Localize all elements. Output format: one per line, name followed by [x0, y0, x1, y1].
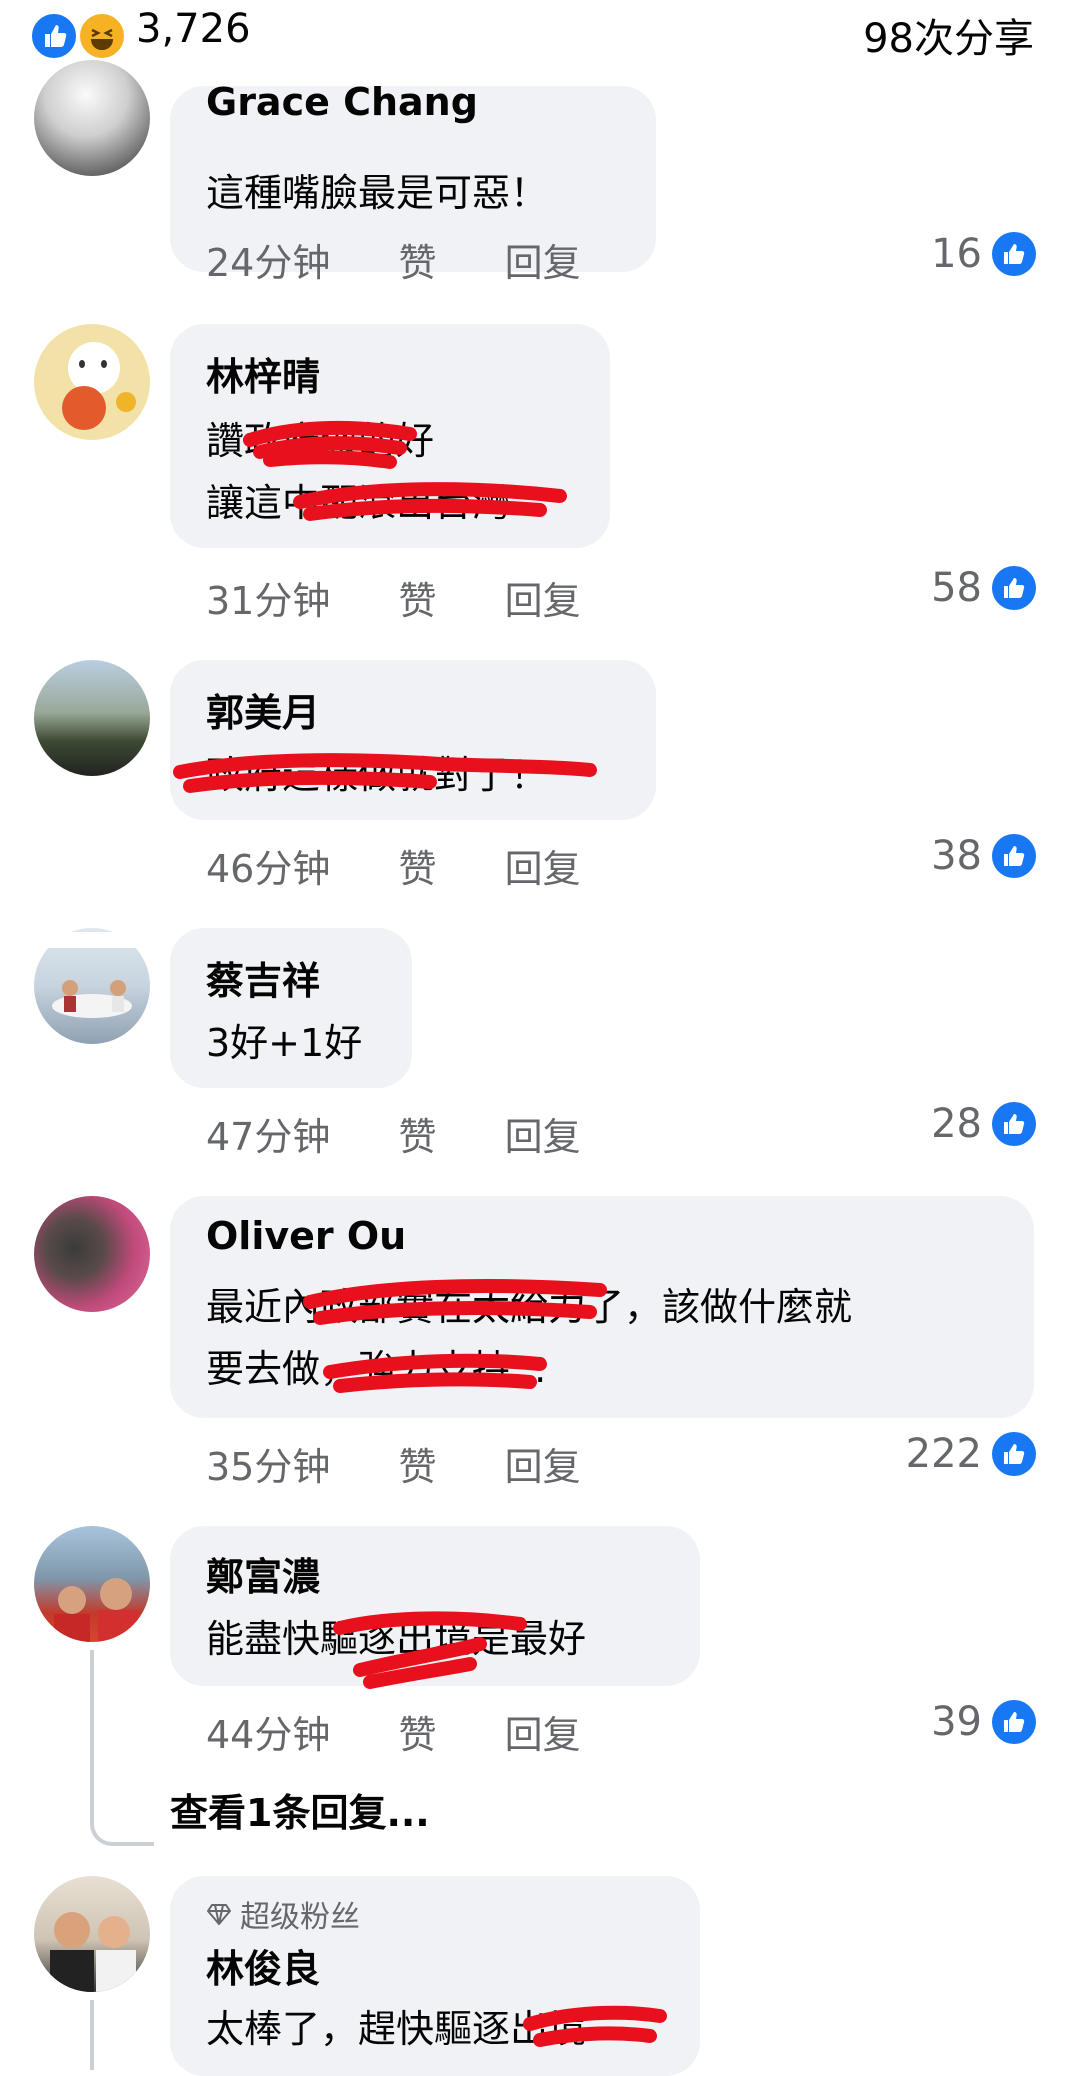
commenter-name[interactable]: 林俊良	[206, 1938, 320, 1993]
avatar[interactable]	[34, 1876, 150, 1992]
like-count-value: 58	[931, 565, 982, 611]
comment-actions: 46分钟 赞 回复	[206, 838, 581, 893]
avatar[interactable]	[34, 324, 150, 440]
comment-text: 這種嘴臉最是可惡！	[206, 171, 549, 215]
comment-actions: 47分钟 赞 回复	[206, 1106, 581, 1161]
commenter-name[interactable]: 林梓晴	[206, 346, 320, 401]
comment-text: 3好+1好	[206, 1021, 363, 1065]
thread-connector	[90, 1816, 154, 1846]
like-count-value: 28	[931, 1101, 982, 1147]
reply-button[interactable]: 回复	[505, 570, 581, 625]
like-icon	[992, 1432, 1036, 1476]
reactions-bar: 3,726 98次分享	[0, 0, 1068, 72]
comment-like-count[interactable]: 28	[931, 1100, 1036, 1148]
comment-like-count[interactable]: 39	[931, 1698, 1036, 1746]
avatar[interactable]	[34, 928, 150, 1044]
commenter-name[interactable]: 鄭富濃	[206, 1546, 320, 1601]
comment-time: 46分钟	[206, 847, 331, 891]
like-icon	[992, 232, 1036, 276]
like-button[interactable]: 赞	[398, 1106, 436, 1161]
like-reaction-icon	[30, 12, 78, 60]
comment-time: 24分钟	[206, 241, 331, 285]
thread-connector	[90, 2000, 94, 2070]
comment-time: 31分钟	[206, 579, 331, 623]
avatar[interactable]	[34, 1196, 150, 1312]
comment-like-count[interactable]: 58	[931, 564, 1036, 612]
like-icon	[992, 1102, 1036, 1146]
comment-actions: 24分钟 赞 回复	[206, 232, 581, 287]
super-fan-badge: 超级粉丝	[206, 1892, 360, 1936]
like-count-value: 16	[931, 231, 982, 277]
comment-actions: 44分钟 赞 回复	[206, 1704, 581, 1759]
reply-button[interactable]: 回复	[505, 232, 581, 287]
badge-label: 超级粉丝	[240, 1900, 360, 1935]
comment-bubble: 蔡吉祥 3好+1好	[170, 928, 412, 1088]
reply-button[interactable]: 回复	[505, 1436, 581, 1491]
redaction-scribble	[173, 753, 597, 793]
like-button[interactable]: 赞	[398, 838, 436, 893]
commenter-name[interactable]: Grace Chang	[206, 80, 478, 124]
reply-button[interactable]: 回复	[505, 1704, 581, 1759]
commenter-name[interactable]: 蔡吉祥	[206, 950, 320, 1005]
reaction-icons[interactable]	[30, 12, 126, 60]
view-replies-link[interactable]: 查看1条回复...	[170, 1782, 430, 1837]
like-button[interactable]: 赞	[398, 1436, 436, 1491]
reply-button[interactable]: 回复	[505, 1106, 581, 1161]
redaction-scribble	[523, 2005, 667, 2047]
commenter-name[interactable]: Oliver Ou	[206, 1214, 406, 1258]
comment-time: 35分钟	[206, 1445, 331, 1489]
reply-button[interactable]: 回复	[505, 838, 581, 893]
like-icon	[992, 1700, 1036, 1744]
redaction-scribble	[303, 1279, 607, 1393]
avatar[interactable]	[34, 660, 150, 776]
comment-time: 44分钟	[206, 1713, 331, 1757]
like-count-value: 38	[931, 833, 982, 879]
comment-actions: 31分钟 赞 回复	[206, 570, 581, 625]
diamond-icon	[207, 1904, 231, 1925]
comment-like-count[interactable]: 16	[931, 230, 1036, 278]
thread-connector	[90, 1650, 94, 1820]
avatar[interactable]	[34, 60, 150, 176]
share-count[interactable]: 98次分享	[863, 6, 1034, 64]
like-icon	[992, 834, 1036, 878]
like-button[interactable]: 赞	[398, 570, 436, 625]
like-icon	[992, 566, 1036, 610]
redaction-scribble	[243, 420, 567, 521]
like-button[interactable]: 赞	[398, 1704, 436, 1759]
comment-actions: 35分钟 赞 回复	[206, 1436, 581, 1491]
comment-like-count[interactable]: 38	[931, 832, 1036, 880]
like-count-value: 39	[931, 1699, 982, 1745]
avatar[interactable]	[34, 1526, 150, 1642]
comment-time: 47分钟	[206, 1115, 331, 1159]
redaction-scribble	[333, 1611, 527, 1689]
like-count-value: 222	[905, 1431, 982, 1477]
commenter-name[interactable]: 郭美月	[206, 682, 320, 737]
like-button[interactable]: 赞	[398, 232, 436, 287]
comment-like-count[interactable]: 222	[906, 1430, 1036, 1478]
haha-reaction-icon	[78, 12, 126, 60]
reaction-count[interactable]: 3,726	[136, 6, 251, 52]
